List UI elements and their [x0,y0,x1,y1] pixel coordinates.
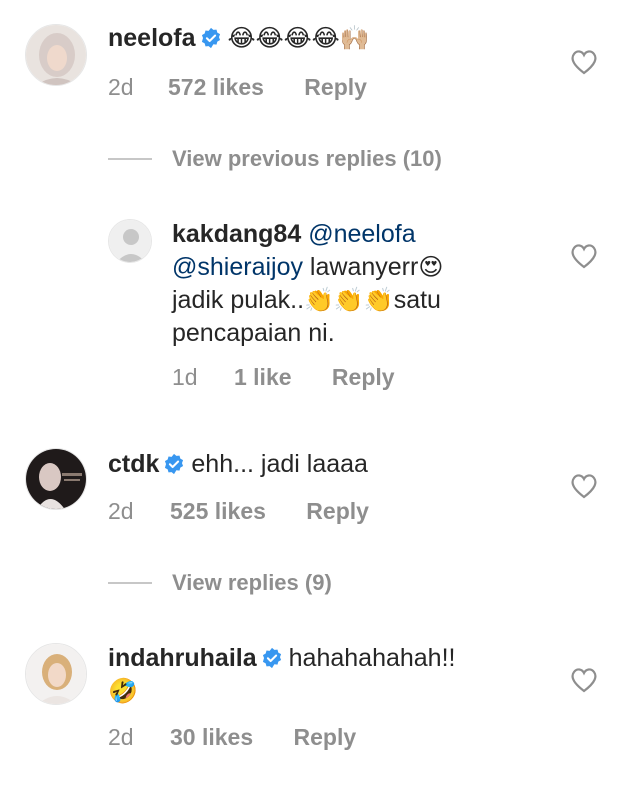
comment-text: pencapaian ni. [172,319,335,347]
avatar-kakdang84[interactable] [108,219,152,263]
view-previous-replies-button[interactable]: View previous replies (10) [108,146,442,172]
likes-count[interactable]: 1 like [234,364,292,391]
username-link[interactable]: neelofa [108,24,196,52]
verified-badge-icon [201,27,220,49]
heart-outline-icon[interactable] [570,473,598,499]
heart-outline-icon[interactable] [570,243,598,269]
comment-time: 2d [108,498,134,524]
comment-body: indahruhaila hahahahahah!! 🤣 [108,642,528,708]
reply-button[interactable]: Reply [306,498,369,525]
clapping-emojis: 👏👏👏 [304,286,394,314]
avatar-indahruhaila[interactable] [25,643,87,705]
reply-button[interactable]: Reply [332,364,395,391]
likes-count[interactable]: 572 likes [168,74,264,101]
mention-link[interactable]: @neelofa [308,220,415,248]
comment-text: lawanyerr [302,253,419,281]
likes-count[interactable]: 525 likes [170,498,266,525]
comment-text: hahahahahah!! [288,644,456,672]
reply-button[interactable]: Reply [304,74,367,101]
comment-text: jadik pulak.. [172,286,305,314]
comment-body: kakdang84 @neelofa @shieraijoy lawanyerr… [172,218,532,350]
comment-emojis: 😂😂😂😂🙌🏼 [227,24,370,52]
comment-meta: 2d 30 likes Reply [108,724,356,751]
comment-body: ctdk ehh... jadi laaaa [108,448,368,481]
comment-time: 2d [108,724,134,750]
comment-time: 1d [172,364,198,390]
comment-text: satu [393,286,441,314]
heart-eyes-emoji: 😍 [418,253,444,281]
username-link[interactable]: ctdk [108,450,159,478]
username-link[interactable]: kakdang84 [172,220,301,248]
reply-button[interactable]: Reply [294,724,357,751]
view-replies-button[interactable]: View replies (9) [108,570,332,596]
verified-badge-icon [262,647,281,669]
view-previous-replies-label: View previous replies (10) [172,146,442,171]
comment-meta: 1d 1 like Reply [172,364,395,391]
comment-body: neelofa 😂😂😂😂🙌🏼 [108,22,370,55]
divider-line [108,158,152,160]
likes-count[interactable]: 30 likes [170,724,253,751]
comment-meta: 2d 525 likes Reply [108,498,369,525]
rofl-emoji: 🤣 [108,677,138,705]
heart-outline-icon[interactable] [570,667,598,693]
username-link[interactable]: indahruhaila [108,644,257,672]
heart-outline-icon[interactable] [570,49,598,75]
verified-badge-icon [165,453,184,475]
avatar-neelofa[interactable] [25,24,87,86]
avatar-ctdk[interactable] [25,448,87,510]
comment-time: 2d [108,74,134,100]
view-replies-label: View replies (9) [172,570,332,595]
comment-meta: 2d 572 likes Reply [108,74,367,101]
mention-link[interactable]: @shieraijoy [172,253,303,281]
divider-line [108,582,152,584]
comment-text: ehh... jadi laaaa [191,450,368,478]
